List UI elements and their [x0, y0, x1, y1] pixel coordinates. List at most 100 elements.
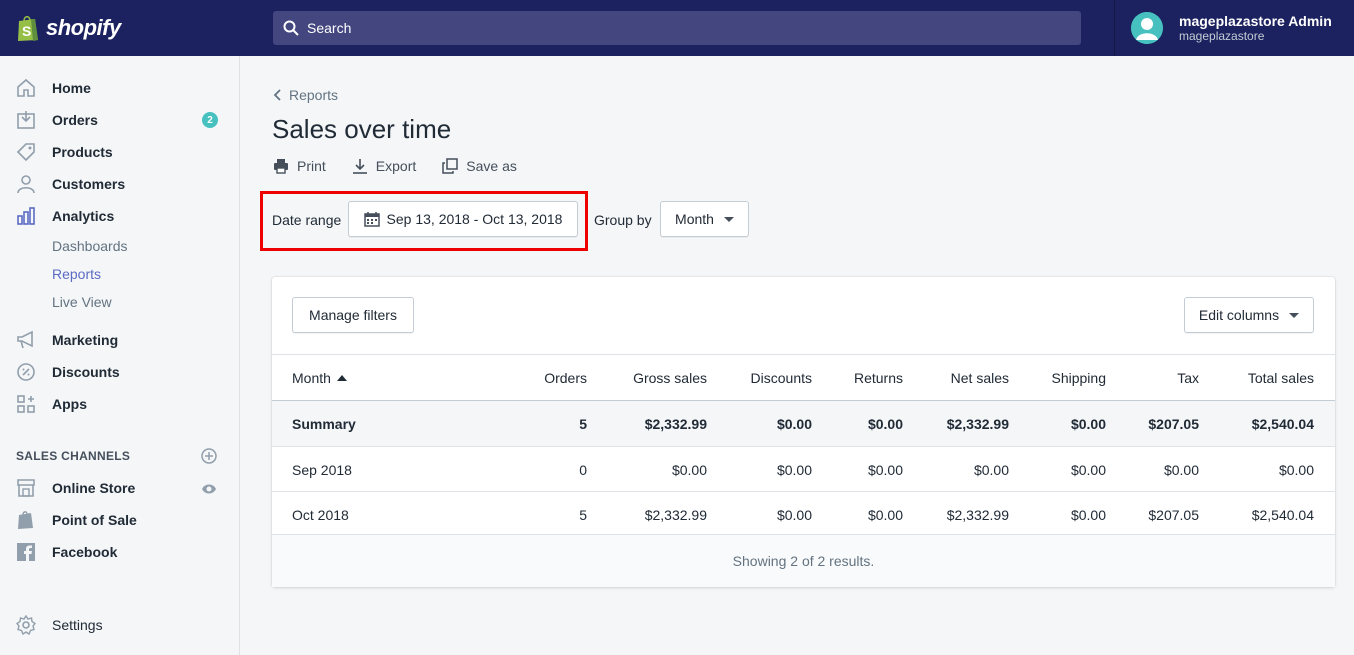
summary-cell: $0.00	[867, 415, 903, 432]
table-cell: $0.00	[776, 461, 812, 478]
table-cell: $0.00	[1070, 461, 1106, 478]
table-cell: $0.00	[1278, 461, 1314, 478]
sidebar-item-home[interactable]: Home	[16, 74, 226, 102]
table-cell: $0.00	[973, 461, 1009, 478]
results-footer: Showing 2 of 2 results.	[272, 534, 1335, 587]
table-cell: 0	[579, 461, 587, 478]
sidebar-item-label: Marketing	[52, 332, 119, 348]
summary-cell: Summary	[292, 415, 356, 432]
sidebar-item-apps[interactable]: Apps	[16, 390, 226, 418]
shopify-bag-icon: S	[18, 15, 38, 41]
gear-icon	[16, 615, 36, 635]
column-header-shipping[interactable]: Shipping	[1006, 355, 1107, 401]
table-cell: $0.00	[1070, 506, 1106, 523]
person-icon	[16, 174, 36, 194]
search-input[interactable]: Search	[273, 11, 1081, 45]
sidebar-item-orders[interactable]: Orders 2	[16, 106, 226, 134]
table-cell: $207.05	[1148, 506, 1199, 523]
calendar-icon	[363, 212, 380, 227]
summary-cell: 5	[579, 415, 587, 432]
column-header-tax[interactable]: Tax	[1099, 355, 1199, 401]
export-label: Export	[375, 158, 417, 174]
date-range-picker[interactable]: Sep 13, 2018 - Oct 13, 2018	[348, 201, 578, 237]
home-icon	[16, 78, 36, 98]
table-cell: $0.00	[867, 506, 903, 523]
manage-filters-button[interactable]: Manage filters	[292, 297, 414, 333]
download-icon	[352, 159, 367, 174]
brand-name: shopify	[46, 15, 121, 40]
sidebar-item-point-of-sale[interactable]: Point of Sale	[16, 506, 226, 534]
top-bar: S shopify Search mageplazastore Admin ma…	[0, 0, 1354, 56]
sidebar-subitem-reports[interactable]: Reports	[52, 266, 101, 282]
sidebar-item-facebook[interactable]: Facebook	[16, 538, 226, 566]
column-header-total-sales[interactable]: Total sales	[1214, 355, 1314, 401]
breadcrumb[interactable]: Reports	[273, 87, 338, 103]
sidebar-item-label: Orders	[52, 112, 98, 128]
user-menu[interactable]: mageplazastore Admin mageplazastore	[1114, 0, 1354, 56]
table-cell: $0.00	[776, 506, 812, 523]
sidebar-subitem-dashboards[interactable]: Dashboards	[52, 238, 128, 254]
discount-icon	[16, 362, 36, 382]
column-header-orders[interactable]: Orders	[487, 355, 587, 401]
sidebar-item-settings[interactable]: Settings	[16, 611, 226, 639]
group-by-select[interactable]: Month	[660, 201, 749, 237]
page-title: Sales over time	[272, 114, 452, 144]
print-button[interactable]: Print	[273, 158, 326, 174]
search-placeholder: Search	[307, 20, 352, 36]
search-icon	[283, 20, 299, 36]
summary-cell: $2,332.99	[946, 415, 1009, 432]
tag-icon	[16, 142, 36, 162]
sidebar-item-label: Products	[52, 144, 113, 160]
main-content: Reports Sales over time Print Export Sav…	[240, 56, 1354, 655]
user-name: mageplazastore Admin	[1179, 13, 1332, 29]
facebook-icon	[16, 542, 36, 562]
store-icon	[16, 478, 36, 498]
export-button[interactable]: Export	[352, 158, 416, 174]
table-cell: $2,332.99	[644, 506, 707, 523]
sidebar-item-marketing[interactable]: Marketing	[16, 326, 226, 354]
column-header-returns[interactable]: Returns	[803, 355, 903, 401]
summary-cell: $2,332.99	[644, 415, 707, 432]
edit-columns-button[interactable]: Edit columns	[1184, 297, 1314, 333]
table-cell: $2,332.99	[946, 506, 1009, 523]
sort-ascending-icon	[336, 375, 347, 381]
column-header-net-sales[interactable]: Net sales	[909, 355, 1009, 401]
shopify-logo[interactable]: S shopify	[0, 0, 240, 56]
table-cell: $2,540.04	[1251, 506, 1314, 523]
table-header-row: Month Orders Gross sales Discounts Retur…	[272, 354, 1335, 401]
apps-icon	[16, 394, 36, 414]
column-header-discounts[interactable]: Discounts	[712, 355, 812, 401]
sidebar-item-label: Apps	[52, 396, 87, 412]
sidebar-item-analytics[interactable]: Analytics	[16, 202, 226, 230]
table-cell: $0.00	[1163, 461, 1199, 478]
table-cell: Sep 2018	[292, 461, 352, 478]
date-range-label: Date range	[272, 212, 342, 228]
caret-down-icon	[1289, 312, 1300, 318]
sidebar-item-label: Discounts	[52, 364, 120, 380]
summary-row: Summary 5 $2,332.99 $0.00 $0.00 $2,332.9…	[272, 401, 1335, 446]
sidebar-item-discounts[interactable]: Discounts	[16, 358, 226, 386]
add-channel-icon[interactable]	[201, 448, 217, 467]
breadcrumb-reports: Reports	[289, 87, 339, 103]
duplicate-icon	[442, 158, 459, 174]
sidebar-item-online-store[interactable]: Online Store	[16, 474, 226, 502]
print-label: Print	[297, 158, 326, 174]
sidebar-item-label: Analytics	[52, 208, 115, 224]
date-range-value: Sep 13, 2018 - Oct 13, 2018	[386, 211, 563, 227]
report-card: Manage filters Edit columns Month Orders…	[272, 277, 1335, 587]
analytics-icon	[16, 206, 36, 226]
megaphone-icon	[16, 330, 36, 350]
sidebar-item-label: Online Store	[52, 480, 136, 496]
sidebar-item-label: Facebook	[52, 544, 118, 560]
table-cell: Oct 2018	[292, 506, 349, 523]
column-header-label: Month	[292, 370, 331, 386]
sidebar-item-products[interactable]: Products	[16, 138, 226, 166]
column-header-month[interactable]: Month	[292, 355, 347, 401]
store-name: mageplazastore	[1179, 29, 1265, 43]
sidebar-item-customers[interactable]: Customers	[16, 170, 226, 198]
save-as-button[interactable]: Save as	[442, 158, 517, 174]
sidebar-subitem-live-view[interactable]: Live View	[52, 294, 112, 310]
caret-down-icon	[723, 216, 734, 222]
column-header-gross-sales[interactable]: Gross sales	[607, 355, 707, 401]
eye-icon[interactable]	[201, 482, 217, 498]
